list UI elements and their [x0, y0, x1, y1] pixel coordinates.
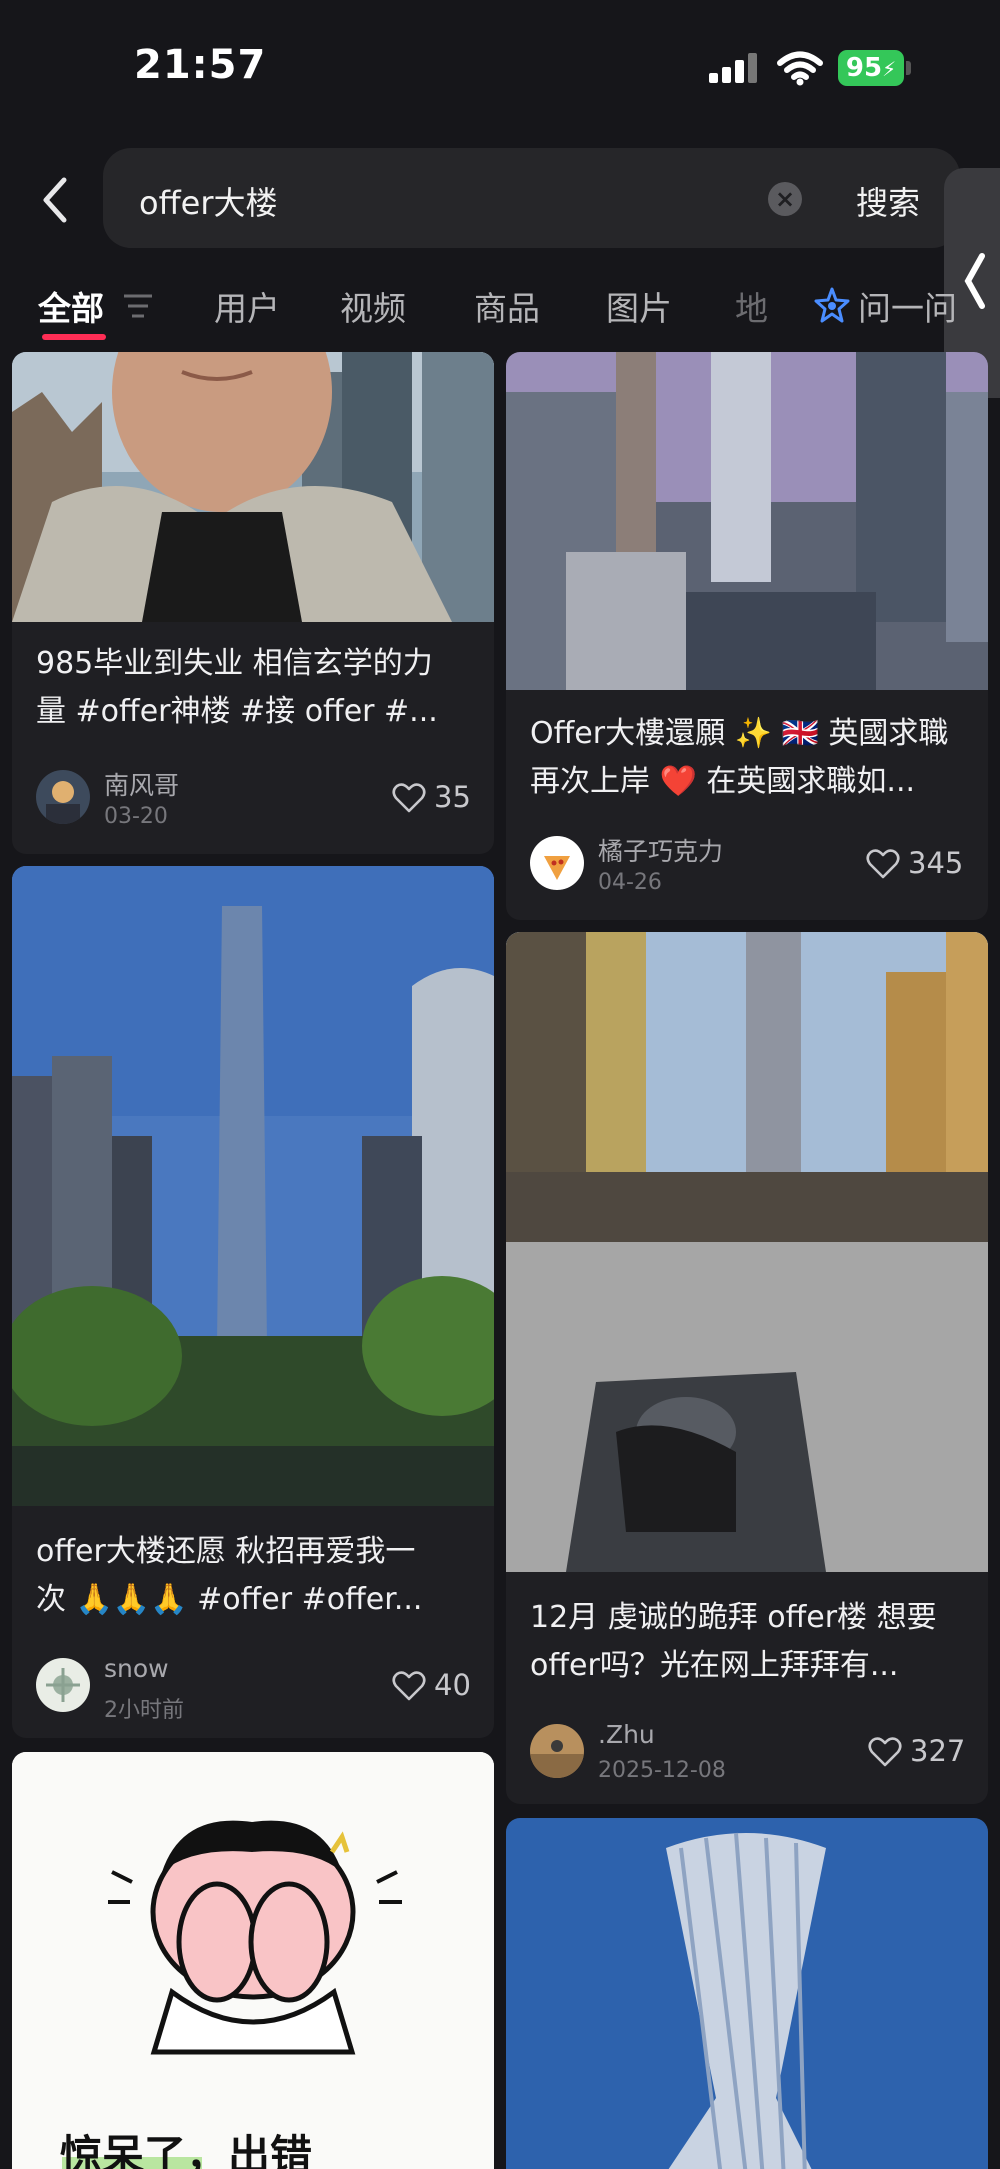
search-button[interactable]: 搜索 — [856, 178, 920, 224]
post-date: 2小时前 — [104, 1698, 184, 1723]
tab-videos[interactable]: 视频 — [340, 282, 406, 330]
post-title-line1: Offer大樓還願 ✨ 🇬🇧 英國求職 — [530, 716, 949, 751]
post-title-line2: 再次上岸 ❤️ 在英國求職如... — [530, 764, 916, 799]
like-count: 345 — [908, 846, 964, 880]
heart-icon[interactable] — [866, 848, 900, 880]
tab-products[interactable]: 商品 — [474, 282, 540, 330]
category-tabs: 全部 用户 视频 商品 图片 地 问一问 — [0, 270, 1000, 350]
author-name: snow — [104, 1654, 169, 1683]
cover-text: 惊呆了，出错 — [60, 2131, 313, 2169]
filter-icon[interactable] — [120, 292, 156, 320]
post-cover-image — [12, 352, 494, 622]
avatar — [36, 770, 90, 824]
post-cover-image — [12, 866, 494, 1506]
post-title-line1: 985毕业到失业 相信玄学的力 — [36, 646, 433, 681]
post-date: 03-20 — [104, 804, 168, 829]
post-title-line1: offer大楼还愿 秋招再爱我一 — [36, 1534, 416, 1569]
post-card[interactable]: 12月 虔诚的跪拜 offer楼 想要 offer吗？光在网上拜拜有... .Z… — [506, 932, 988, 1804]
status-bar: 21:57 95⚡ — [0, 0, 1000, 140]
post-title-line2: 量 #offer神楼 #接 offer #... — [36, 694, 438, 729]
battery-level: 95 — [845, 53, 883, 83]
search-header: offer大楼 × 搜索 — [0, 140, 1000, 260]
avatar — [36, 1658, 90, 1712]
post-card[interactable]: offer大楼还愿 秋招再爱我一 次 🙏🙏🙏 #offer #offer... … — [12, 866, 494, 1738]
author-name: 南风哥 — [104, 771, 180, 800]
ai-star-icon — [814, 287, 850, 323]
like-count: 35 — [434, 780, 471, 814]
post-card[interactable] — [506, 1818, 988, 2169]
like-count: 40 — [434, 1668, 471, 1702]
like-count: 327 — [910, 1734, 966, 1768]
search-input[interactable]: offer大楼 × 搜索 — [103, 148, 960, 248]
status-time: 21:57 — [134, 42, 267, 88]
tab-map[interactable]: 地 — [735, 282, 768, 330]
post-card[interactable]: 985毕业到失业 相信玄学的力 量 #offer神楼 #接 offer #...… — [12, 352, 494, 854]
cellular-signal-icon — [709, 53, 757, 83]
post-date: 04-26 — [598, 870, 662, 895]
post-title-line2: 次 🙏🙏🙏 #offer #offer... — [36, 1582, 423, 1617]
author-name: .Zhu — [598, 1720, 655, 1749]
tab-images[interactable]: 图片 — [606, 282, 672, 330]
post-cover-image — [506, 932, 988, 1572]
post-date: 2025-12-08 — [598, 1758, 726, 1783]
post-title-line1: 12月 虔诚的跪拜 offer楼 想要 — [530, 1600, 937, 1635]
post-cover-image — [506, 1818, 988, 2169]
heart-icon[interactable] — [868, 1736, 902, 1768]
battery-tip — [906, 61, 911, 75]
tab-users[interactable]: 用户 — [214, 282, 280, 330]
back-arrow-icon[interactable] — [34, 170, 78, 230]
heart-icon[interactable] — [392, 1670, 426, 1702]
active-tab-indicator — [42, 334, 106, 340]
post-card[interactable]: Offer大樓還願 ✨ 🇬🇧 英國求職 再次上岸 ❤️ 在英國求職如... 橘子… — [506, 352, 988, 920]
avatar — [530, 1724, 584, 1778]
charging-bolt-icon: ⚡ — [882, 57, 897, 81]
post-cover-image — [506, 352, 988, 690]
post-card[interactable]: 惊呆了，出错 — [12, 1752, 494, 2169]
tab-all[interactable]: 全部 — [38, 282, 104, 330]
tab-ask[interactable]: 问一问 — [858, 282, 957, 330]
avatar — [530, 836, 584, 890]
battery-indicator: 95⚡ — [838, 50, 904, 86]
author-name: 橘子巧克力 — [598, 837, 724, 866]
post-title-line2: offer吗？光在网上拜拜有... — [530, 1648, 899, 1683]
heart-icon[interactable] — [392, 782, 426, 814]
wifi-icon — [777, 51, 823, 86]
results-feed: 985毕业到失业 相信玄学的力 量 #offer神楼 #接 offer #...… — [0, 352, 1000, 2169]
post-cover-illustration — [12, 1752, 494, 2169]
search-query-text[interactable]: offer大楼 — [139, 178, 277, 224]
clear-search-icon[interactable]: × — [768, 182, 802, 216]
